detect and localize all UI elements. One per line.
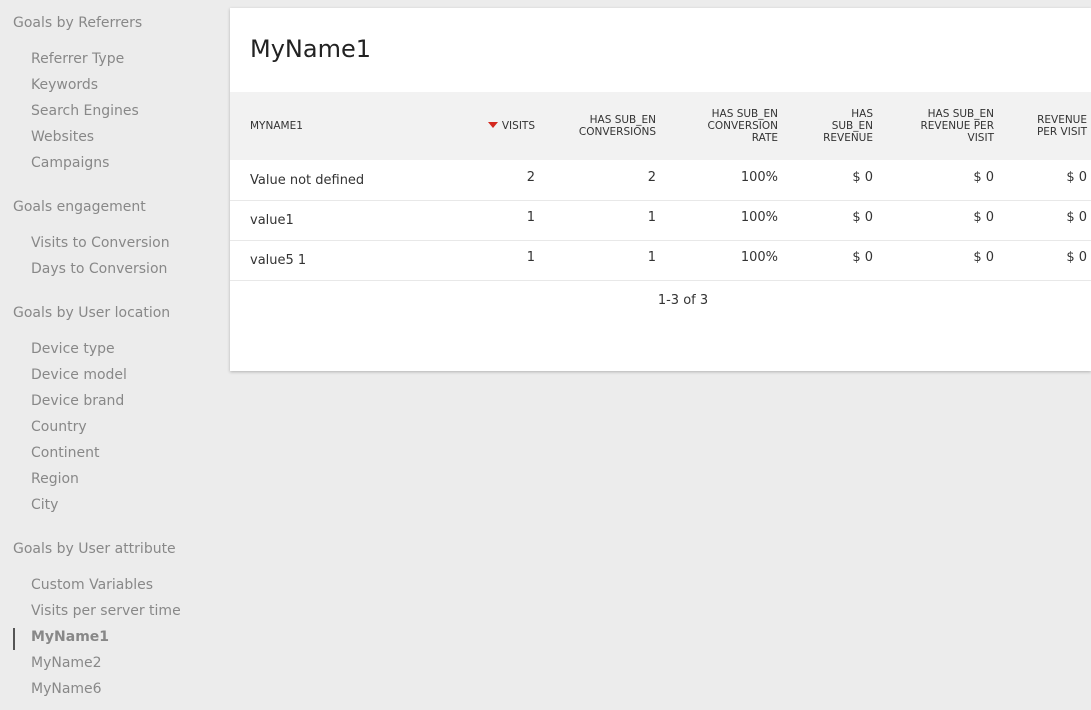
nav-item-visits-to-conversion[interactable]: Visits to Conversion: [31, 235, 170, 251]
nav-item-websites[interactable]: Websites: [31, 129, 94, 145]
row-label: value5 1: [250, 253, 307, 268]
column-header-revenue-per-visit-sub[interactable]: HAS SUB_EN REVENUE PER VISIT: [904, 108, 994, 144]
nav-item-myname6[interactable]: MyName6: [31, 681, 102, 697]
report-title: MyName1: [250, 35, 371, 63]
row-label: value1: [250, 213, 294, 228]
nav-item-myname2[interactable]: MyName2: [31, 655, 102, 671]
cell-revenue-per-visit: $ 0: [1066, 250, 1087, 265]
cell-revenue-per-visit-sub: $ 0: [973, 170, 994, 185]
cell-revenue-per-visit-sub: $ 0: [973, 210, 994, 225]
nav-item-device-type[interactable]: Device type: [31, 341, 115, 357]
row-label: Value not defined: [250, 173, 365, 188]
column-header-revenue-per-visit[interactable]: REVENUE PER VISIT: [1022, 114, 1087, 138]
nav-item-days-to-conversion[interactable]: Days to Conversion: [31, 261, 167, 277]
nav-item-keywords[interactable]: Keywords: [31, 77, 98, 93]
cell-visits: 1: [526, 250, 535, 265]
cell-revenue: $ 0: [852, 210, 873, 225]
sort-descending-icon: [487, 122, 498, 128]
nav-item-city[interactable]: City: [31, 497, 58, 513]
active-item-indicator: [13, 628, 15, 650]
cell-revenue: $ 0: [852, 250, 873, 265]
nav-item-search-engines[interactable]: Search Engines: [31, 103, 139, 119]
cell-conversion-rate: 100%: [740, 250, 778, 265]
cell-conversion-rate: 100%: [740, 210, 778, 225]
table-row[interactable]: Value not defined 2 2 100% $ 0 $ 0 $ 0: [230, 160, 1091, 201]
cell-visits: 1: [526, 210, 535, 225]
nav-item-region[interactable]: Region: [31, 471, 79, 487]
group-title-user-attribute: Goals by User attribute: [13, 541, 176, 557]
nav-item-continent[interactable]: Continent: [31, 445, 99, 461]
cell-conversions: 2: [647, 170, 656, 185]
nav-item-device-brand[interactable]: Device brand: [31, 393, 124, 409]
nav-item-campaigns[interactable]: Campaigns: [31, 155, 109, 171]
cell-visits: 2: [526, 170, 535, 185]
column-header-conversion-rate[interactable]: HAS SUB_EN CONVERSION RATE: [688, 108, 778, 144]
cell-revenue-per-visit-sub: $ 0: [973, 250, 994, 265]
cell-conversion-rate: 100%: [740, 170, 778, 185]
column-header-visits[interactable]: VISITS: [480, 120, 535, 132]
cell-conversions: 1: [647, 250, 656, 265]
nav-item-custom-variables[interactable]: Custom Variables: [31, 577, 153, 593]
group-title-user-location: Goals by User location: [13, 305, 171, 321]
column-header-visits-label: VISITS: [501, 120, 535, 132]
column-header-myname1[interactable]: MYNAME1: [250, 120, 303, 132]
column-header-revenue[interactable]: HAS SUB_EN REVENUE: [808, 108, 873, 144]
nav-item-referrer-type[interactable]: Referrer Type: [31, 51, 124, 67]
cell-revenue-per-visit: $ 0: [1066, 210, 1087, 225]
cell-revenue: $ 0: [852, 170, 873, 185]
pagination-label: 1-3 of 3: [657, 293, 709, 308]
nav-item-visits-per-server-time[interactable]: Visits per server time: [31, 603, 181, 619]
nav-item-device-model[interactable]: Device model: [31, 367, 127, 383]
table-row[interactable]: value1 1 1 100% $ 0 $ 0 $ 0: [230, 200, 1091, 241]
group-title-referrers: Goals by Referrers: [13, 15, 143, 31]
nav-item-myname1[interactable]: MyName1: [31, 629, 109, 645]
group-title-engagement: Goals engagement: [13, 199, 146, 215]
column-header-conversions[interactable]: HAS SUB_EN CONVERSIONS: [566, 114, 656, 138]
cell-conversions: 1: [647, 210, 656, 225]
table-header: MYNAME1 VISITS HAS SUB_EN CONVERSIONS HA…: [230, 92, 1091, 160]
report-panel: MyName1 MYNAME1 VISITS HAS SUB_EN CONVER…: [230, 8, 1091, 371]
nav-item-country[interactable]: Country: [31, 419, 87, 435]
cell-revenue-per-visit: $ 0: [1066, 170, 1087, 185]
table-row[interactable]: value5 1 1 1 100% $ 0 $ 0 $ 0: [230, 240, 1091, 281]
report-sidebar: Goals by Referrers Referrer Type Keyword…: [0, 0, 215, 710]
